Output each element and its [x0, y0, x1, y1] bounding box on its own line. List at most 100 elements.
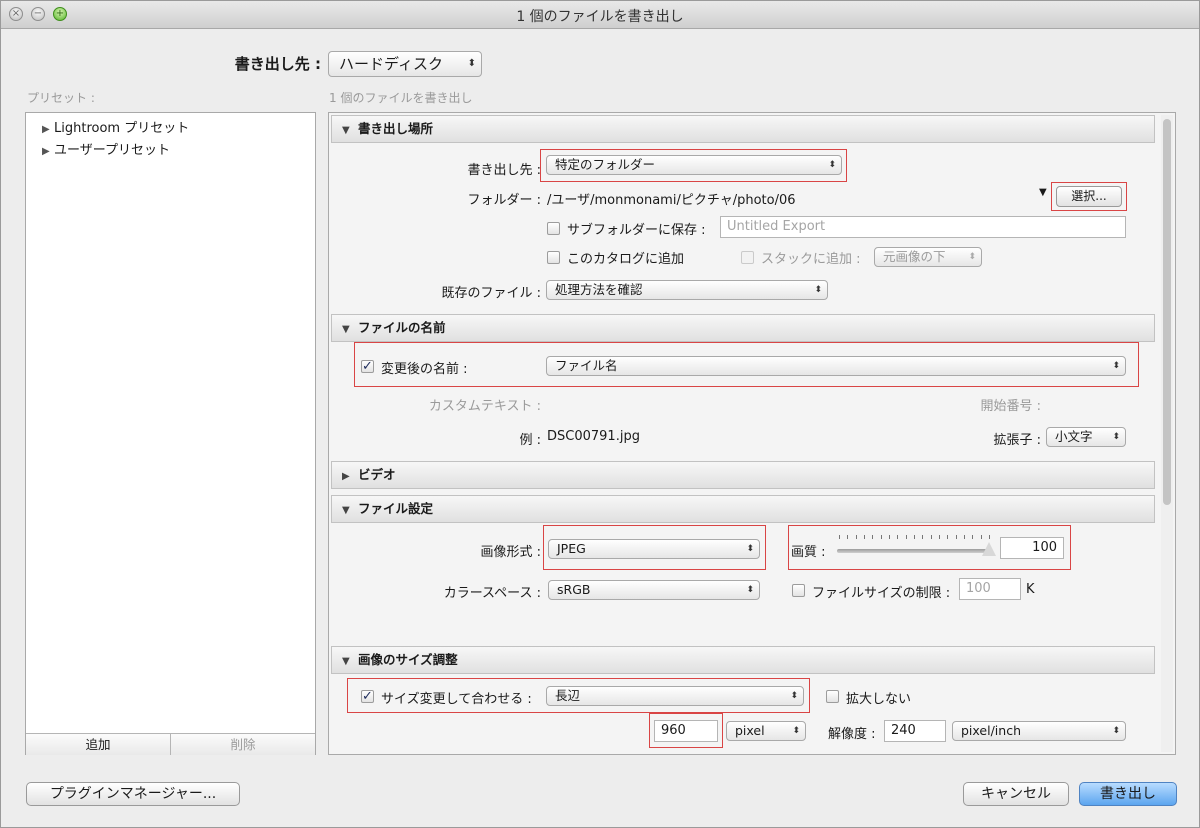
plugin-manager-button[interactable]: プラグインマネージャー... [26, 782, 240, 806]
location-export-to-popup[interactable]: 特定のフォルダー ⬍ [546, 155, 842, 175]
limit-size-label: ファイルサイズの制限 : [812, 586, 951, 601]
colorspace-label: カラースペース : [443, 586, 541, 601]
slider-tick [856, 535, 857, 539]
popup-arrows-icon: ⬍ [1112, 726, 1120, 736]
quality-slider-track[interactable] [837, 549, 992, 553]
rename-checkbox[interactable]: ✓ [361, 360, 374, 373]
resize-label: サイズ変更して合わせる : [381, 692, 532, 707]
resolution-label: 解像度 : [828, 727, 876, 742]
scrollbar-thumb[interactable] [1163, 119, 1171, 505]
popup-arrows-icon: ⬍ [814, 285, 822, 295]
add-to-stack-checkbox[interactable] [741, 251, 754, 264]
export-to-popup[interactable]: ハードディスク ⬍ [328, 51, 482, 77]
image-format-popup[interactable]: JPEG ⬍ [548, 539, 760, 559]
tree-item-lightroom-presets[interactable]: ▶ Lightroom プリセット [42, 117, 189, 136]
example-label: 例 : [519, 433, 541, 448]
slider-tick [906, 535, 907, 539]
popup-arrows-icon: ⬍ [828, 160, 836, 170]
preset-list[interactable]: ▶ Lightroom プリセット ▶ ユーザープリセット [25, 112, 316, 755]
resolution-input[interactable]: 240 [884, 720, 946, 742]
export-to-value: ハードディスク [339, 55, 443, 73]
dont-enlarge-label: 拡大しない [846, 692, 912, 707]
resolution-unit-popup[interactable]: pixel/inch ⬍ [952, 721, 1126, 741]
quality-slider-knob[interactable] [982, 542, 996, 556]
slider-tick [972, 535, 973, 539]
quality-slider-ticks [839, 535, 990, 539]
subfolder-checkbox[interactable] [547, 222, 560, 235]
popup-arrows-icon: ⬍ [1112, 361, 1120, 371]
export-button[interactable]: 書き出し [1079, 782, 1177, 806]
popup-arrows-icon: ⬍ [790, 691, 798, 701]
quality-value-input[interactable]: 100 [1000, 537, 1064, 559]
popup-arrows-icon: ⬍ [746, 585, 754, 595]
slider-tick [872, 535, 873, 539]
subfolder-label: サブフォルダーに保存 : [567, 223, 706, 238]
start-number-label: 開始番号 : [980, 399, 1041, 414]
slider-tick [922, 535, 923, 539]
image-format-label: 画像形式 : [480, 545, 541, 560]
dont-enlarge-checkbox[interactable] [826, 690, 839, 703]
cancel-button[interactable]: キャンセル [963, 782, 1069, 806]
slider-tick [897, 535, 898, 539]
export-dialog-window: × − + 1 個のファイルを書き出し 書き出し先 : ハードディスク ⬍ プリ… [0, 0, 1200, 828]
slider-tick [839, 535, 840, 539]
extension-case-popup[interactable]: 小文字 ⬍ [1046, 427, 1126, 447]
resize-mode-popup[interactable]: 長辺 ⬍ [546, 686, 804, 706]
slider-tick [847, 535, 848, 539]
remove-preset-button[interactable]: 削除 [171, 733, 315, 755]
folder-path: /ユーザ/monmonami/ピクチャ/photo/06 [547, 193, 796, 208]
section-header-export-location[interactable]: ▼ 書き出し場所 [331, 115, 1155, 143]
extension-label: 拡張子 : [993, 433, 1041, 448]
slider-tick [881, 535, 882, 539]
disclosure-triangle-icon[interactable]: ▶ [42, 146, 54, 157]
popup-arrows-icon: ⬍ [792, 726, 800, 736]
example-filename: DSC00791.jpg [547, 429, 640, 444]
add-preset-button[interactable]: 追加 [26, 733, 171, 755]
colorspace-popup[interactable]: sRGB ⬍ [548, 580, 760, 600]
disclosure-triangle-icon: ▼ [342, 324, 350, 335]
add-to-stack-label: スタックに追加 : [761, 252, 861, 267]
rename-label: 変更後の名前 : [381, 362, 468, 377]
disclosure-triangle-icon[interactable]: ▶ [42, 124, 54, 135]
slider-tick [956, 535, 957, 539]
folder-label: フォルダー : [467, 193, 541, 208]
size-unit-popup[interactable]: pixel ⬍ [726, 721, 806, 741]
slider-tick [939, 535, 940, 539]
folder-history-arrow-icon[interactable]: ▼ [1039, 187, 1047, 198]
rename-template-popup[interactable]: ファイル名 ⬍ [546, 356, 1126, 376]
disclosure-triangle-icon: ▶ [342, 471, 350, 482]
tree-item-user-presets[interactable]: ▶ ユーザープリセット [42, 139, 170, 158]
settings-panel: ▼ 書き出し場所 書き出し先 : 特定のフォルダー ⬍ フォルダー : /ユーザ/… [328, 112, 1176, 755]
disclosure-triangle-icon: ▼ [342, 125, 350, 136]
export-to-label: 書き出し先 : [234, 55, 321, 73]
disclosure-triangle-icon: ▼ [342, 656, 350, 667]
limit-size-input[interactable]: 100 [959, 578, 1021, 600]
add-to-catalog-label: このカタログに追加 [567, 252, 685, 267]
existing-files-popup[interactable]: 処理方法を確認 ⬍ [546, 280, 828, 300]
section-header-image-sizing[interactable]: ▼ 画像のサイズ調整 [331, 646, 1155, 674]
choose-folder-button[interactable]: 選択... [1056, 186, 1122, 207]
size-value-input[interactable]: 960 [654, 720, 718, 742]
title-bar: × − + 1 個のファイルを書き出し [1, 1, 1199, 29]
slider-tick [981, 535, 982, 539]
popup-arrows-icon: ⬍ [968, 252, 976, 262]
subfolder-name-input[interactable]: Untitled Export [720, 216, 1126, 238]
stack-position-popup[interactable]: 元画像の下 ⬍ [874, 247, 982, 267]
quality-label: 画質 : [791, 545, 826, 560]
resize-checkbox[interactable]: ✓ [361, 690, 374, 703]
limit-size-unit: K [1026, 582, 1035, 597]
custom-text-label: カスタムテキスト : [428, 399, 541, 414]
presets-label: プリセット : [27, 91, 95, 105]
slider-tick [964, 535, 965, 539]
popup-arrows-icon: ⬍ [1112, 432, 1120, 442]
export-subtitle: 1 個のファイルを書き出し [329, 91, 473, 105]
section-header-video[interactable]: ▶ ビデオ [331, 461, 1155, 489]
section-header-file-settings[interactable]: ▼ ファイル設定 [331, 495, 1155, 523]
slider-tick [947, 535, 948, 539]
limit-size-checkbox[interactable] [792, 584, 805, 597]
add-to-catalog-checkbox[interactable] [547, 251, 560, 264]
window-title: 1 個のファイルを書き出し [516, 9, 684, 25]
section-header-file-naming[interactable]: ▼ ファイルの名前 [331, 314, 1155, 342]
slider-tick [889, 535, 890, 539]
slider-tick [864, 535, 865, 539]
